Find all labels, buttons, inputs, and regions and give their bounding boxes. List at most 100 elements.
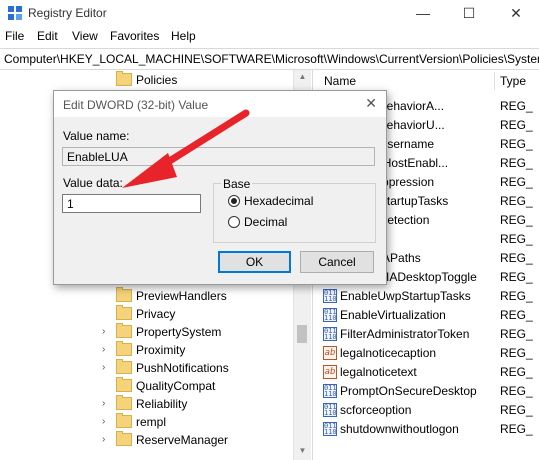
value-type: REG_ — [500, 346, 533, 360]
tree-item-label: Policies — [136, 73, 178, 87]
address-bar[interactable]: Computer\HKEY_LOCAL_MACHINE\SOFTWARE\Mic… — [0, 48, 539, 70]
value-type: REG_ — [500, 308, 533, 322]
tree-item[interactable]: PreviewHandlers — [0, 287, 300, 305]
column-header-type[interactable]: Type — [500, 74, 526, 88]
value-type: REG_ — [500, 194, 533, 208]
tree-item[interactable]: › Reliability — [0, 395, 300, 413]
value-row[interactable]: 011 110 shutdownwithoutlogon REG_ — [316, 420, 539, 439]
value-type: REG_ — [500, 270, 533, 284]
folder-icon — [116, 71, 132, 86]
value-name: legalnoticetext — [340, 365, 417, 379]
dialog-title-bar: Edit DWORD (32-bit) Value ✕ — [54, 91, 386, 117]
menu-favorites[interactable]: Favorites — [110, 29, 159, 43]
value-type: REG_ — [500, 137, 533, 151]
chevron-right-icon[interactable]: › — [102, 362, 105, 373]
folder-icon — [116, 323, 132, 338]
value-row[interactable]: 011 110 scforceoption REG_ — [316, 401, 539, 420]
value-name: EnableVirtualization — [340, 308, 446, 322]
base-group-label: Base — [221, 177, 253, 191]
tree-scroll-thumb[interactable] — [297, 325, 307, 343]
hexadecimal-radio[interactable] — [228, 195, 240, 207]
tree-item[interactable]: › ReserveManager — [0, 431, 300, 449]
folder-icon — [116, 305, 132, 320]
ok-button[interactable]: OK — [218, 251, 291, 273]
tree-item-label: Reliability — [136, 397, 188, 411]
decimal-radio[interactable] — [228, 216, 240, 228]
value-type: REG_ — [500, 99, 533, 113]
tree-item-label: ReserveManager — [136, 433, 229, 447]
string-value-icon: ab — [323, 346, 337, 360]
value-type: REG_ — [500, 118, 533, 132]
value-type: REG_ — [500, 175, 533, 189]
minimize-button[interactable]: — — [400, 0, 446, 26]
value-name: legalnoticecaption — [340, 346, 437, 360]
menu-bar: File Edit View Favorites Help — [0, 26, 539, 46]
tree-item[interactable]: Policies — [0, 71, 300, 89]
close-button[interactable]: ✕ — [493, 0, 539, 26]
tree-item-label: PreviewHandlers — [136, 289, 227, 303]
value-name: shutdownwithoutlogon — [340, 422, 459, 436]
scroll-down-icon[interactable]: ▼ — [294, 446, 311, 455]
chevron-right-icon[interactable]: › — [102, 416, 105, 427]
value-type: REG_ — [500, 213, 533, 227]
tree-item[interactable]: QualityCompat — [0, 377, 300, 395]
title-bar: Registry Editor — ☐ ✕ — [0, 0, 539, 26]
cancel-button[interactable]: Cancel — [300, 251, 374, 273]
value-data-input[interactable]: 1 — [62, 194, 201, 213]
tree-item-label: PushNotifications — [136, 361, 229, 375]
column-separator[interactable] — [494, 72, 495, 90]
value-name: FilterAdministratorToken — [340, 327, 470, 341]
registry-editor-icon — [8, 6, 22, 20]
value-row[interactable]: 011 110 EnableVirtualization REG_ — [316, 306, 539, 325]
address-path: Computer\HKEY_LOCAL_MACHINE\SOFTWARE\Mic… — [4, 52, 539, 66]
menu-help[interactable]: Help — [171, 29, 196, 43]
binary-value-icon: 011 110 — [323, 384, 337, 398]
binary-value-icon: 011 110 — [323, 422, 337, 436]
tree-item-label: rempl — [136, 415, 167, 429]
decimal-label[interactable]: Decimal — [244, 215, 287, 229]
tree-item[interactable]: › PushNotifications — [0, 359, 300, 377]
value-row[interactable]: ab legalnoticetext REG_ — [316, 363, 539, 382]
binary-value-icon: 011 110 — [323, 308, 337, 322]
binary-value-icon: 011 110 — [323, 289, 337, 303]
menu-view[interactable]: View — [72, 29, 98, 43]
chevron-right-icon[interactable]: › — [102, 344, 105, 355]
folder-icon — [116, 413, 132, 428]
dialog-close-icon[interactable]: ✕ — [365, 95, 377, 112]
folder-icon — [116, 395, 132, 410]
value-type: REG_ — [500, 365, 533, 379]
tree-item[interactable]: › Proximity — [0, 341, 300, 359]
value-row[interactable]: 011 110 PromptOnSecureDesktop REG_ — [316, 382, 539, 401]
dialog-title: Edit DWORD (32-bit) Value — [63, 98, 209, 112]
maximize-button[interactable]: ☐ — [446, 0, 492, 26]
chevron-right-icon[interactable]: › — [102, 398, 105, 409]
folder-icon — [116, 341, 132, 356]
tree-item-label: Proximity — [136, 343, 186, 357]
value-row[interactable]: 011 110 FilterAdministratorToken REG_ — [316, 325, 539, 344]
tree-item[interactable]: › rempl — [0, 413, 300, 431]
value-name: EnableUwpStartupTasks — [340, 289, 471, 303]
chevron-right-icon[interactable]: › — [102, 326, 105, 337]
value-row[interactable]: 011 110 EnableUwpStartupTasks REG_ — [316, 287, 539, 306]
menu-edit[interactable]: Edit — [37, 29, 58, 43]
binary-value-icon: 011 110 — [323, 403, 337, 417]
tree-item-label: QualityCompat — [136, 379, 216, 393]
value-type: REG_ — [500, 156, 533, 170]
value-type: REG_ — [500, 384, 533, 398]
value-type: REG_ — [500, 251, 533, 265]
value-name-field[interactable]: EnableLUA — [62, 147, 375, 166]
tree-item-label: Privacy — [136, 307, 176, 321]
tree-item[interactable]: Privacy — [0, 305, 300, 323]
value-name: PromptOnSecureDesktop — [340, 384, 477, 398]
base-group — [213, 183, 376, 243]
chevron-right-icon[interactable]: › — [102, 434, 105, 445]
scroll-up-icon[interactable]: ▲ — [294, 72, 311, 81]
value-row[interactable]: ab legalnoticecaption REG_ — [316, 344, 539, 363]
column-header-name[interactable]: Name — [324, 74, 356, 88]
value-type: REG_ — [500, 403, 533, 417]
menu-file[interactable]: File — [5, 29, 24, 43]
hexadecimal-label[interactable]: Hexadecimal — [244, 194, 313, 208]
binary-value-icon: 011 110 — [323, 327, 337, 341]
value-type: REG_ — [500, 422, 533, 436]
tree-item[interactable]: › PropertySystem — [0, 323, 300, 341]
